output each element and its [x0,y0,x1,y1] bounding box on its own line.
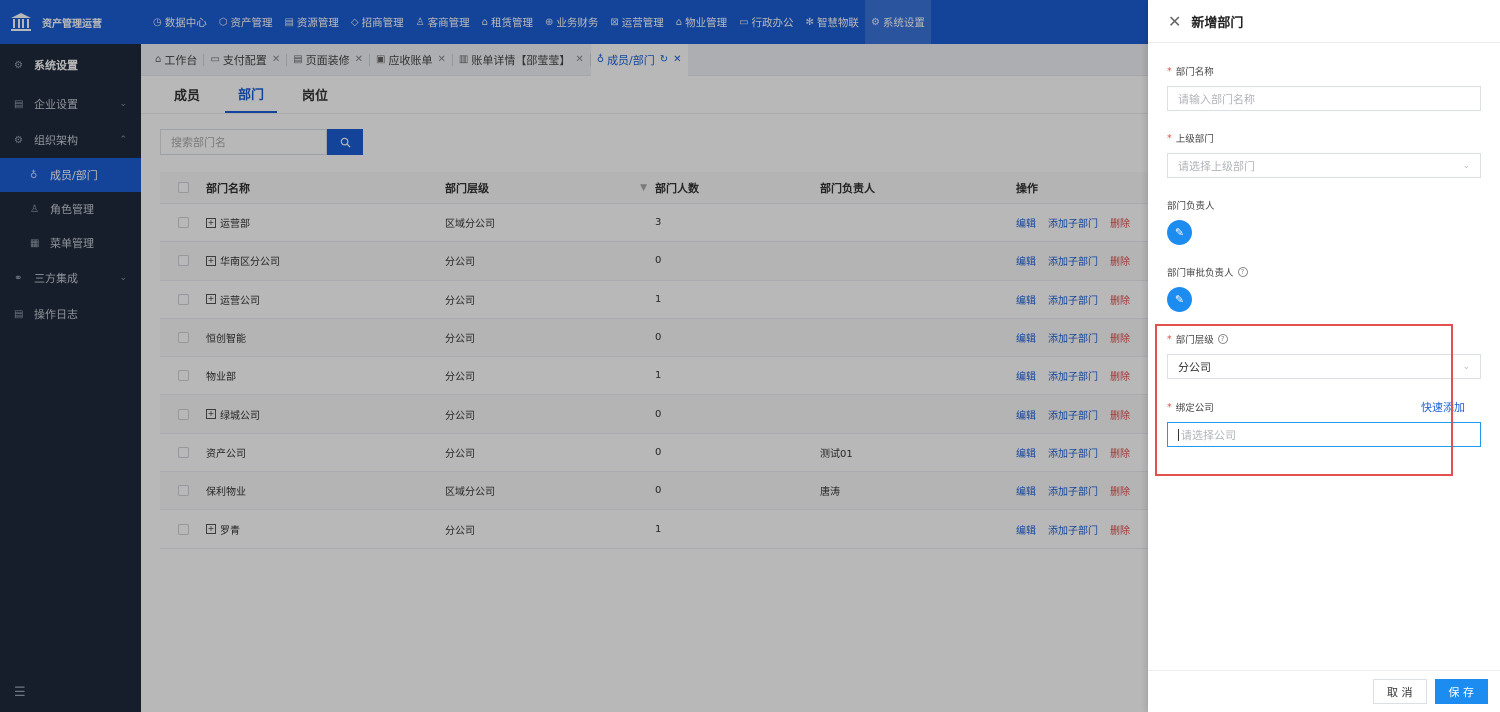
cancel-button[interactable]: 取 消 [1373,679,1427,704]
highlight-box [1155,324,1453,476]
help-icon[interactable]: ? [1237,267,1248,277]
department-name-input[interactable]: 请输入部门名称 [1167,86,1481,111]
pencil-icon: ✎ [1174,293,1185,306]
modal-overlay[interactable] [0,0,1148,712]
pencil-icon: ✎ [1174,226,1185,239]
edit-approver-button[interactable]: ✎ [1167,287,1192,312]
drawer-title: 新增部门 [1191,15,1244,31]
chevron-down-icon: ⌄ [1462,160,1470,171]
save-button[interactable]: 保 存 [1434,679,1488,704]
parent-department-select[interactable]: 请选择上级部门 ⌄ [1167,153,1481,178]
field-approval-leader: 部门审批负责人? ✎ [1167,265,1481,312]
close-icon[interactable]: ✕ [1168,12,1181,31]
chevron-down-icon: ⌄ [1462,361,1470,372]
field-department-name: * 部门名称 请输入部门名称 [1167,64,1481,111]
field-parent-department: * 上级部门 请选择上级部门 ⌄ [1167,131,1481,178]
edit-leader-button[interactable]: ✎ [1167,220,1192,245]
drawer-header: ✕ 新增部门 [1148,0,1500,43]
drawer-footer: 取 消 保 存 [1148,670,1500,712]
field-department-leader: 部门负责人 ✎ [1167,198,1481,245]
